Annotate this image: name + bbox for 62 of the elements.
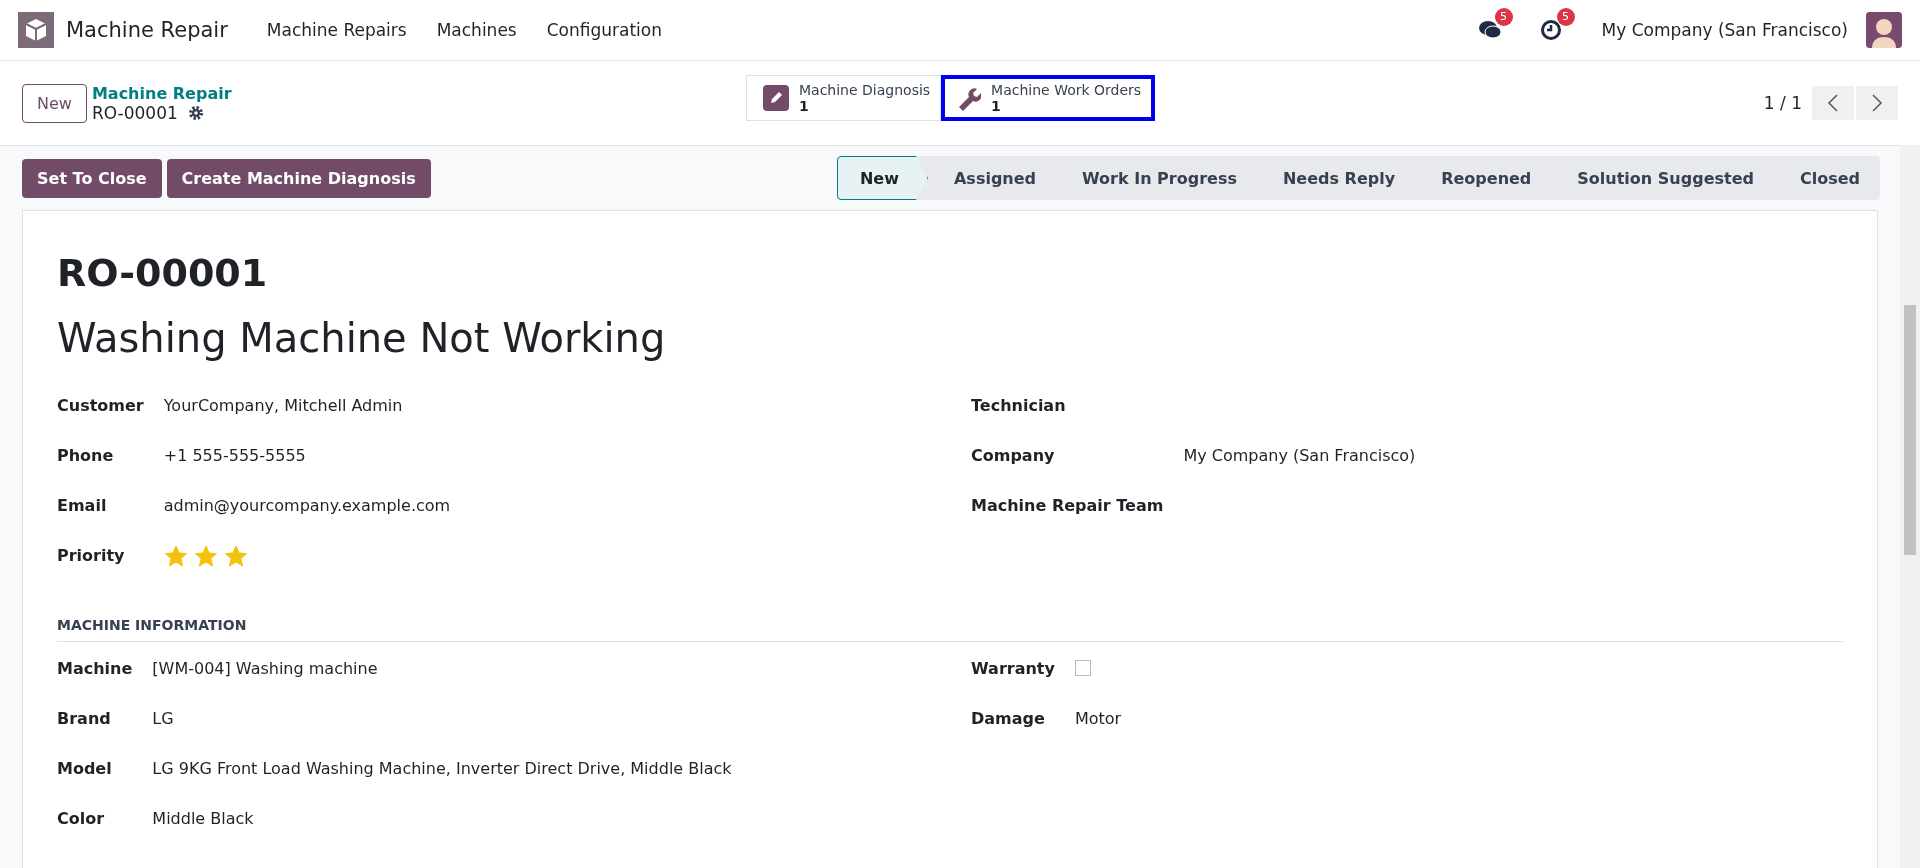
chat-icon[interactable] xyxy=(1477,19,1502,41)
field-label: Email xyxy=(57,495,108,517)
pencil-icon xyxy=(763,85,789,111)
gear-icon[interactable] xyxy=(187,104,204,121)
field-value[interactable]: admin@yourcompany.example.com xyxy=(163,496,451,515)
field-label: Brand xyxy=(57,708,112,730)
field-label: Customer xyxy=(57,395,145,417)
menu-item[interactable]: Machines xyxy=(421,14,532,46)
field-label: Machine Repair Team xyxy=(971,495,1165,517)
scrollbar[interactable] xyxy=(1900,145,1920,868)
stage-button[interactable]: Work In Progress xyxy=(1056,156,1257,200)
field-label: Priority xyxy=(57,545,126,567)
field-value[interactable]: YourCompany, Mitchell Admin xyxy=(163,396,403,415)
field-value[interactable]: [WM-004] Washing machine xyxy=(152,659,378,678)
field-label: Technician xyxy=(971,395,1067,417)
field-value[interactable]: My Company (San Francisco) xyxy=(1183,446,1416,465)
notification-badge: 5 xyxy=(1556,8,1575,26)
field-label: Model xyxy=(57,758,113,780)
stage-button[interactable]: Solution Suggested xyxy=(1551,156,1774,200)
smart-button[interactable]: Machine Work Orders 1 xyxy=(941,75,1156,121)
chevron-left-icon xyxy=(1827,93,1839,113)
field-value[interactable]: Motor xyxy=(1074,709,1122,728)
field-value[interactable]: Middle Black xyxy=(152,809,254,828)
stage-button[interactable]: Reopened xyxy=(1415,156,1552,200)
menu-item[interactable]: Machine Repairs xyxy=(251,14,422,46)
star-icon[interactable] xyxy=(163,544,188,568)
clock-icon[interactable] xyxy=(1539,19,1562,41)
field-label: Damage xyxy=(971,708,1046,730)
menu-item[interactable]: Configuration xyxy=(531,14,677,46)
action-button[interactable]: Set To Close xyxy=(22,158,162,198)
breadcrumb-link[interactable]: Machine Repair xyxy=(91,83,232,103)
field-value[interactable]: LG 9KG Front Load Washing Machine, Inverter Direct Drive, Middle Black xyxy=(152,759,732,778)
new-button[interactable]: New xyxy=(22,83,87,123)
smart-button[interactable]: Machine Diagnosis 1 xyxy=(746,75,942,121)
previous-button[interactable] xyxy=(1812,86,1854,120)
chevron-right-icon xyxy=(1871,93,1883,113)
app-name[interactable]: Machine Repair xyxy=(66,18,228,42)
next-button[interactable] xyxy=(1856,86,1898,120)
checkbox[interactable] xyxy=(1074,660,1091,676)
stage-button[interactable]: Closed xyxy=(1773,156,1880,200)
field-label: Machine xyxy=(57,658,134,680)
field-label: Color xyxy=(57,808,106,830)
star-icon[interactable] xyxy=(223,544,248,568)
notification-badge: 5 xyxy=(1494,8,1513,26)
field-label: Phone xyxy=(57,445,115,467)
record-title[interactable]: Washing Machine Not Working xyxy=(57,315,1843,361)
record-reference: RO-00001 xyxy=(57,251,269,295)
stage-button[interactable]: New xyxy=(836,156,928,200)
field-value[interactable]: LG xyxy=(152,709,174,728)
pager-counter[interactable]: 1 / 1 xyxy=(1763,93,1802,113)
field-value[interactable]: +1 555-555-5555 xyxy=(163,446,306,465)
company-switcher[interactable]: My Company (San Francisco) xyxy=(1601,20,1848,40)
field-label: Company xyxy=(971,445,1056,467)
record-name: RO-00001 xyxy=(91,102,178,123)
avatar-icon[interactable] xyxy=(1866,12,1902,48)
app-logo-icon[interactable] xyxy=(18,12,54,48)
stage-button[interactable]: Assigned xyxy=(927,156,1057,200)
field-label: Warranty xyxy=(971,658,1056,680)
star-icon[interactable] xyxy=(193,544,218,568)
action-button[interactable]: Create Machine Diagnosis xyxy=(166,158,431,198)
section-heading: MACHINE INFORMATION xyxy=(57,595,1843,642)
stage-button[interactable]: Needs Reply xyxy=(1256,156,1416,200)
